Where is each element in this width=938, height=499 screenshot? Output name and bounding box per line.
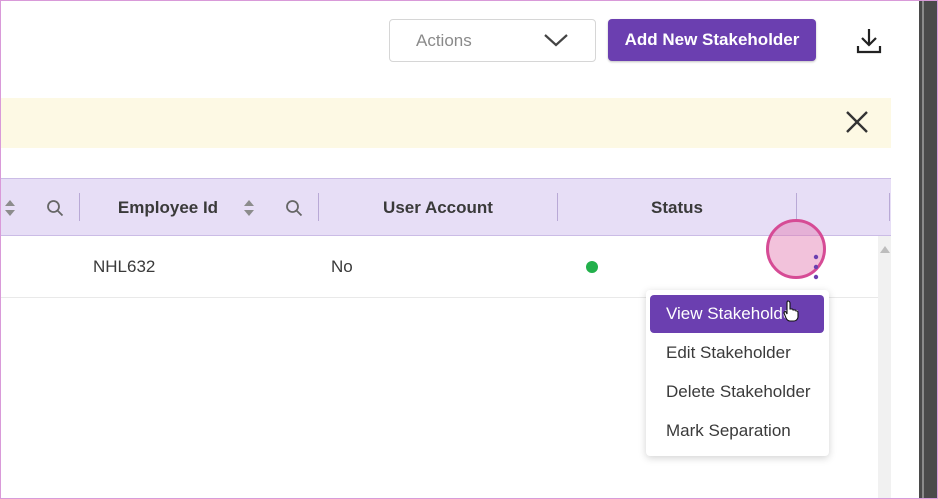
close-icon[interactable] (843, 108, 871, 136)
row-actions-menu: View Stakeholder Edit Stakeholder Delete… (646, 290, 829, 456)
vertical-scrollbar[interactable] (878, 236, 891, 499)
table-row[interactable]: NHL632 No (0, 236, 878, 298)
scroll-up-arrow-icon[interactable] (880, 245, 890, 255)
search-icon[interactable] (46, 199, 64, 217)
column-divider (889, 193, 890, 221)
column-header-employee-id[interactable]: Employee Id (80, 179, 256, 237)
sort-icon[interactable] (243, 198, 255, 218)
actions-dropdown-label: Actions (416, 30, 472, 50)
download-icon[interactable] (854, 26, 884, 56)
sort-icon[interactable] (4, 198, 16, 218)
chevron-down-icon (544, 34, 568, 47)
hand-cursor-icon (783, 300, 799, 322)
column-header-status[interactable]: Status (558, 179, 796, 237)
column-header-user-account[interactable]: User Account (319, 179, 557, 237)
window-edge (919, 0, 938, 499)
status-indicator (586, 261, 598, 273)
menu-item-mark-separation[interactable]: Mark Separation (650, 412, 824, 450)
menu-item-delete-stakeholder[interactable]: Delete Stakeholder (650, 373, 824, 411)
more-options-icon[interactable] (812, 254, 820, 280)
employee-id-cell: NHL632 (93, 257, 156, 276)
actions-dropdown[interactable]: Actions (389, 19, 596, 62)
column-divider (796, 193, 797, 221)
menu-item-edit-stakeholder[interactable]: Edit Stakeholder (650, 334, 824, 372)
add-new-stakeholder-button[interactable]: Add New Stakeholder (608, 19, 816, 61)
search-icon[interactable] (285, 199, 303, 217)
notification-banner (0, 98, 891, 148)
user-account-cell: No (331, 257, 353, 276)
table-header: Employee Id User Account Status (0, 178, 891, 236)
